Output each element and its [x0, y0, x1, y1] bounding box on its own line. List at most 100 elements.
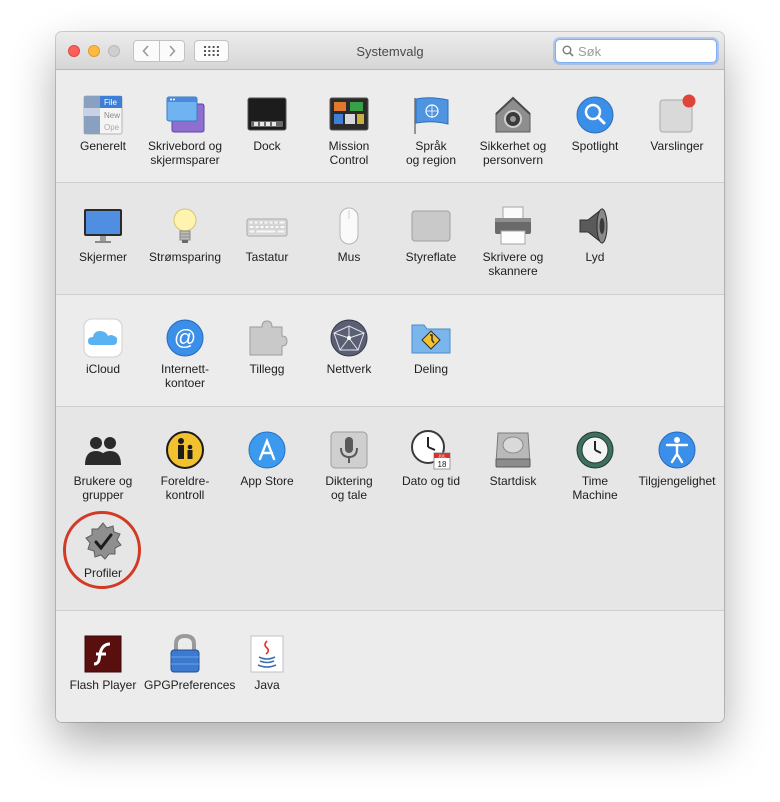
- pane-label: Tilgjengelighet: [638, 474, 716, 488]
- pane-label: Foreldre- kontroll: [160, 474, 210, 502]
- search-field[interactable]: [555, 39, 717, 63]
- close-button[interactable]: [68, 45, 80, 57]
- back-forward-group: [133, 40, 185, 62]
- calendar-day: 18: [438, 460, 447, 469]
- notifications-icon: [659, 94, 696, 133]
- pane-energy-saver[interactable]: Strømsparing: [144, 205, 226, 264]
- pane-label: Varslinger: [650, 139, 704, 153]
- users-groups-icon: [85, 437, 121, 465]
- pane-label: Java: [254, 678, 280, 692]
- minimize-button[interactable]: [88, 45, 100, 57]
- pane-trackpad[interactable]: Styreflate: [390, 205, 472, 264]
- pane-icloud[interactable]: iCloud: [62, 317, 144, 376]
- pane-label: Skrivere og skannere: [482, 250, 544, 278]
- zoom-button[interactable]: [108, 45, 120, 57]
- pane-label: Lyd: [585, 250, 605, 264]
- app-store-icon: [248, 431, 286, 469]
- pane-extensions[interactable]: Tillegg: [226, 317, 308, 376]
- displays-icon: [84, 209, 122, 243]
- sound-icon: [579, 207, 608, 245]
- search-input[interactable]: [578, 42, 708, 60]
- chevron-left-icon: [142, 45, 149, 57]
- sharing-icon: [411, 324, 451, 354]
- pane-date-time[interactable]: JUL 18 Dato og tid: [390, 429, 472, 488]
- pane-label: Flash Player: [69, 678, 137, 692]
- pane-label: Brukere og grupper: [73, 474, 133, 502]
- printers-scanners-icon: [495, 206, 531, 245]
- svg-text:Ope: Ope: [104, 123, 120, 132]
- pane-gpg-preferences[interactable]: GPGPreferences: [144, 633, 235, 692]
- pane-label: iCloud: [85, 362, 121, 376]
- java-icon: [250, 635, 284, 673]
- pane-mouse[interactable]: Mus: [308, 205, 390, 264]
- pane-label: Spotlight: [571, 139, 619, 153]
- time-machine-icon: [576, 431, 614, 469]
- pane-security-privacy[interactable]: Sikkerhet og personvern: [472, 94, 554, 167]
- spotlight-icon: [576, 96, 614, 134]
- pane-dictation-speech[interactable]: Diktering og tale: [308, 429, 390, 502]
- desktop-screensaver-icon: [166, 96, 205, 133]
- pane-label: Sikkerhet og personvern: [479, 139, 547, 167]
- show-all-button[interactable]: [194, 40, 229, 62]
- pane-profiles[interactable]: Profiler: [62, 521, 144, 580]
- internet-accounts-icon: @: [166, 319, 204, 357]
- pane-desktop-screensaver[interactable]: Skrivebord og skjermsparer: [144, 94, 226, 167]
- language-region-icon: [414, 97, 449, 134]
- pane-label: Dock: [253, 139, 281, 153]
- pane-language-region[interactable]: Språk og region: [390, 94, 472, 167]
- icloud-icon: [83, 318, 123, 358]
- pane-users-groups[interactable]: Brukere og grupper: [62, 429, 144, 502]
- pane-keyboard[interactable]: Tastatur: [226, 205, 308, 264]
- trackpad-icon: [411, 210, 451, 242]
- pane-flash-player[interactable]: Flash Player: [62, 633, 144, 692]
- pane-java[interactable]: Java: [226, 633, 308, 692]
- svg-text:New: New: [104, 111, 120, 120]
- pane-displays[interactable]: Skjermer: [62, 205, 144, 264]
- pane-app-store[interactable]: App Store: [226, 429, 308, 488]
- pane-time-machine[interactable]: Time Machine: [554, 429, 636, 502]
- mission-control-icon: [329, 97, 369, 131]
- keyboard-icon: [246, 218, 288, 237]
- energy-saver-icon: [173, 208, 197, 243]
- dock-icon: [247, 97, 287, 131]
- forward-button[interactable]: [160, 41, 185, 61]
- pane-label: Skjermer: [78, 250, 127, 264]
- pane-sound[interactable]: Lyd: [554, 205, 636, 264]
- titlebar: Systemvalg: [56, 32, 724, 70]
- pane-mission-control[interactable]: Mission Control: [308, 94, 390, 167]
- pane-label: Strømsparing: [148, 250, 222, 264]
- pane-label: Språk og region: [405, 139, 457, 167]
- back-button[interactable]: [134, 41, 160, 61]
- system-preferences-window: Systemvalg File New Ope Generelt: [56, 32, 724, 722]
- pane-label: Nettverk: [326, 362, 372, 376]
- svg-text:@: @: [174, 325, 196, 350]
- svg-text:File: File: [104, 98, 117, 107]
- mouse-icon: [339, 207, 359, 245]
- startup-disk-icon: [495, 432, 531, 468]
- pane-label: Mus: [337, 250, 361, 264]
- pane-label: Startdisk: [489, 474, 537, 488]
- pane-network[interactable]: Nettverk: [308, 317, 390, 376]
- pane-printers-scanners[interactable]: Skrivere og skannere: [472, 205, 554, 278]
- accessibility-icon: [658, 431, 696, 469]
- pane-label: Styreflate: [405, 250, 457, 264]
- pane-sharing[interactable]: Deling: [390, 317, 472, 376]
- pane-accessibility[interactable]: Tilgjengelighet: [636, 429, 718, 488]
- pane-startup-disk[interactable]: Startdisk: [472, 429, 554, 488]
- pane-dock[interactable]: Dock: [226, 94, 308, 153]
- flash-player-icon: [84, 635, 122, 673]
- pane-spotlight[interactable]: Spotlight: [554, 94, 636, 153]
- search-icon: [562, 45, 574, 57]
- pane-notifications[interactable]: Varslinger: [636, 94, 718, 153]
- date-time-icon: JUL 18: [411, 430, 451, 470]
- extensions-icon: [249, 320, 288, 356]
- pane-label: Deling: [413, 362, 449, 376]
- pane-label: Skrivebord og skjermsparer: [147, 139, 223, 167]
- pane-parental-controls[interactable]: Foreldre- kontroll: [144, 429, 226, 502]
- dictation-speech-icon: [330, 431, 368, 469]
- pane-internet-accounts[interactable]: @ Internett- kontoer: [144, 317, 226, 390]
- general-icon: File New Ope: [83, 95, 123, 135]
- pane-label: Generelt: [79, 139, 127, 153]
- pane-label: Dato og tid: [401, 474, 461, 488]
- pane-general[interactable]: File New Ope Generelt: [62, 94, 144, 153]
